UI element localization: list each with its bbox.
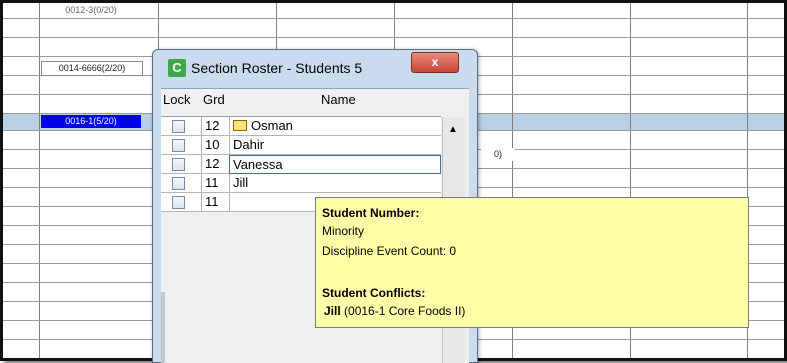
lock-cell	[161, 174, 201, 193]
lock-checkbox[interactable]	[172, 177, 185, 190]
conflict-detail: (0016-1 Core Foods II)	[340, 304, 466, 318]
grade-cell: 12	[201, 117, 229, 136]
lock-checkbox[interactable]	[172, 158, 185, 171]
student-number-label: Student Number:	[322, 206, 420, 220]
grade-cell: 11	[201, 174, 229, 193]
left-scroll-thumb[interactable]	[161, 292, 165, 363]
student-name: Osman	[251, 118, 293, 133]
tooltip-minority: Minority	[322, 224, 365, 238]
section-chip-0014-6666[interactable]: 0014-6666(2/20)	[41, 61, 143, 76]
student-tooltip: Student Number: Minority Discipline Even…	[315, 197, 749, 328]
folder-icon	[233, 120, 247, 131]
lock-cell	[161, 193, 201, 212]
section-chip-partial[interactable]: 0)	[481, 148, 515, 161]
lock-checkbox[interactable]	[172, 196, 185, 209]
grade-cell: 12	[201, 155, 229, 174]
dialog-title: Section Roster - Students 5	[191, 60, 363, 76]
lock-checkbox[interactable]	[172, 139, 185, 152]
lock-cell	[161, 117, 201, 136]
table-row[interactable]: 12 Osman	[161, 117, 441, 136]
student-name: Jill	[229, 174, 441, 193]
grid-row-line	[3, 37, 784, 38]
grade-cell: 10	[201, 136, 229, 155]
name-cell: Osman	[229, 117, 441, 136]
section-chip-0012-3[interactable]: 0012-3(0/20)	[41, 4, 141, 17]
column-header-grade[interactable]: Grd	[203, 89, 225, 109]
grid-row-line	[3, 18, 784, 19]
scroll-up-icon[interactable]: ▲	[448, 124, 458, 135]
table-row-selected[interactable]: 12 Vanessa	[161, 155, 441, 174]
lock-checkbox[interactable]	[172, 120, 185, 133]
student-conflicts-label: Student Conflicts:	[322, 286, 426, 300]
conflict-student-name: Jill	[324, 304, 341, 318]
grade-cell: 11	[201, 193, 229, 212]
table-row[interactable]: 11 Jill	[161, 174, 441, 193]
table-row[interactable]: 10 Dahir	[161, 136, 441, 155]
tooltip-discipline-count: Discipline Event Count: 0	[322, 244, 457, 258]
student-name: Dahir	[229, 136, 441, 155]
column-header-name[interactable]: Name	[321, 89, 356, 109]
dialog-titlebar[interactable]: C Section Roster - Students 5 x	[153, 50, 477, 88]
student-name: Vanessa	[229, 155, 441, 174]
app-logo-icon: C	[168, 59, 186, 77]
lock-cell	[161, 155, 201, 174]
lock-cell	[161, 136, 201, 155]
section-chip-0016-1[interactable]: 0016-1(5/20)	[41, 115, 141, 128]
conflict-line: Jill (0016-1 Core Foods II)	[324, 304, 465, 318]
close-button[interactable]: x	[411, 52, 459, 73]
column-header-lock[interactable]: Lock	[163, 89, 190, 109]
